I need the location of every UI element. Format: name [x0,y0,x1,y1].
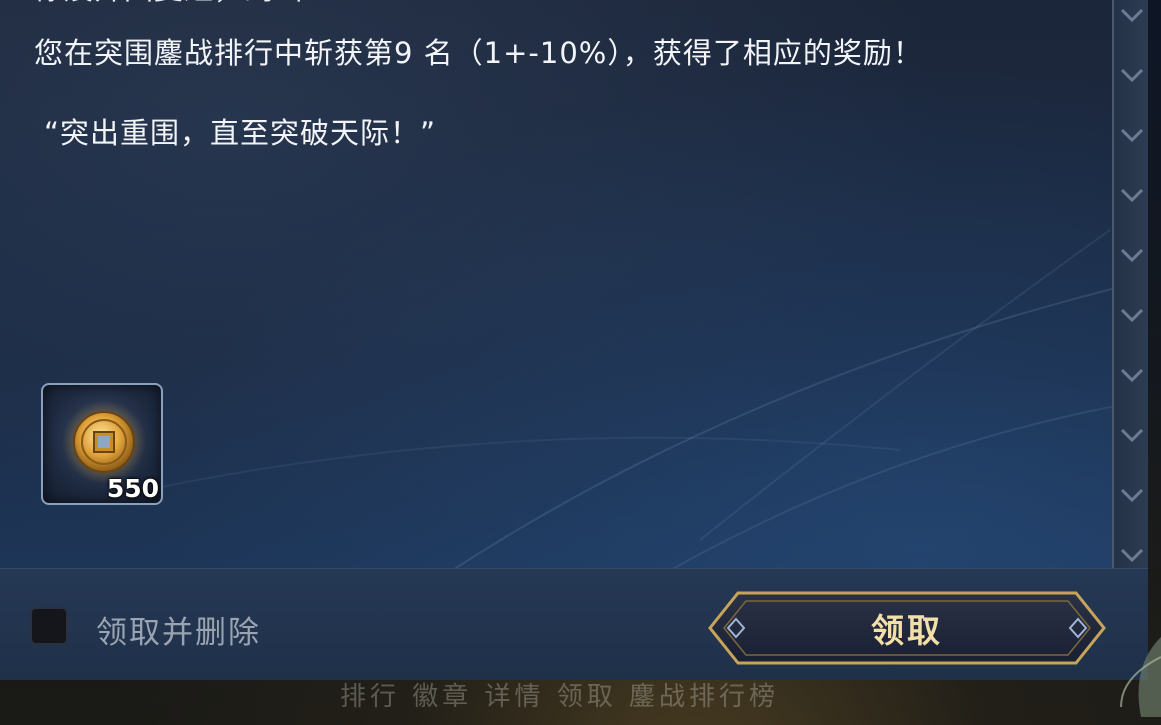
claim-button[interactable]: 领取 [706,589,1108,667]
mail-body-ranking-text: 您在突围鏖战排行中斩获第9 名（1+-10%），获得了相应的奖励！ [34,36,923,70]
mail-text-cut-line: 你展开回复短，剑叫 [34,0,304,8]
mail-action-bar: 领取并删除 领取 [0,568,1148,680]
background-tabs-text: 排行 徽章 详情 领取 鏖战排行榜 [340,682,780,712]
reward-quantity: 550 [106,474,159,503]
claim-button-label: 领取 [871,611,943,650]
corner-leaf-ornament [1120,637,1161,717]
mail-detail-panel: 你展开回复短，剑叫 您在突围鏖战排行中斩获第9 名（1+-10%），获得了相应的… [0,0,1148,680]
reward-item-slot[interactable]: 550 [41,383,163,505]
mail-body-quote-text: “突出重围，直至突破天际！” [44,116,437,150]
claim-and-delete-checkbox[interactable] [30,607,68,645]
screen: 排行 徽章 详情 领取 鏖战排行榜 你展开回复短，剑叫 您在突围鏖战排行中斩获第… [0,0,1161,725]
gold-coin-icon [62,400,146,484]
claim-and-delete-label[interactable]: 领取并删除 [96,607,261,652]
